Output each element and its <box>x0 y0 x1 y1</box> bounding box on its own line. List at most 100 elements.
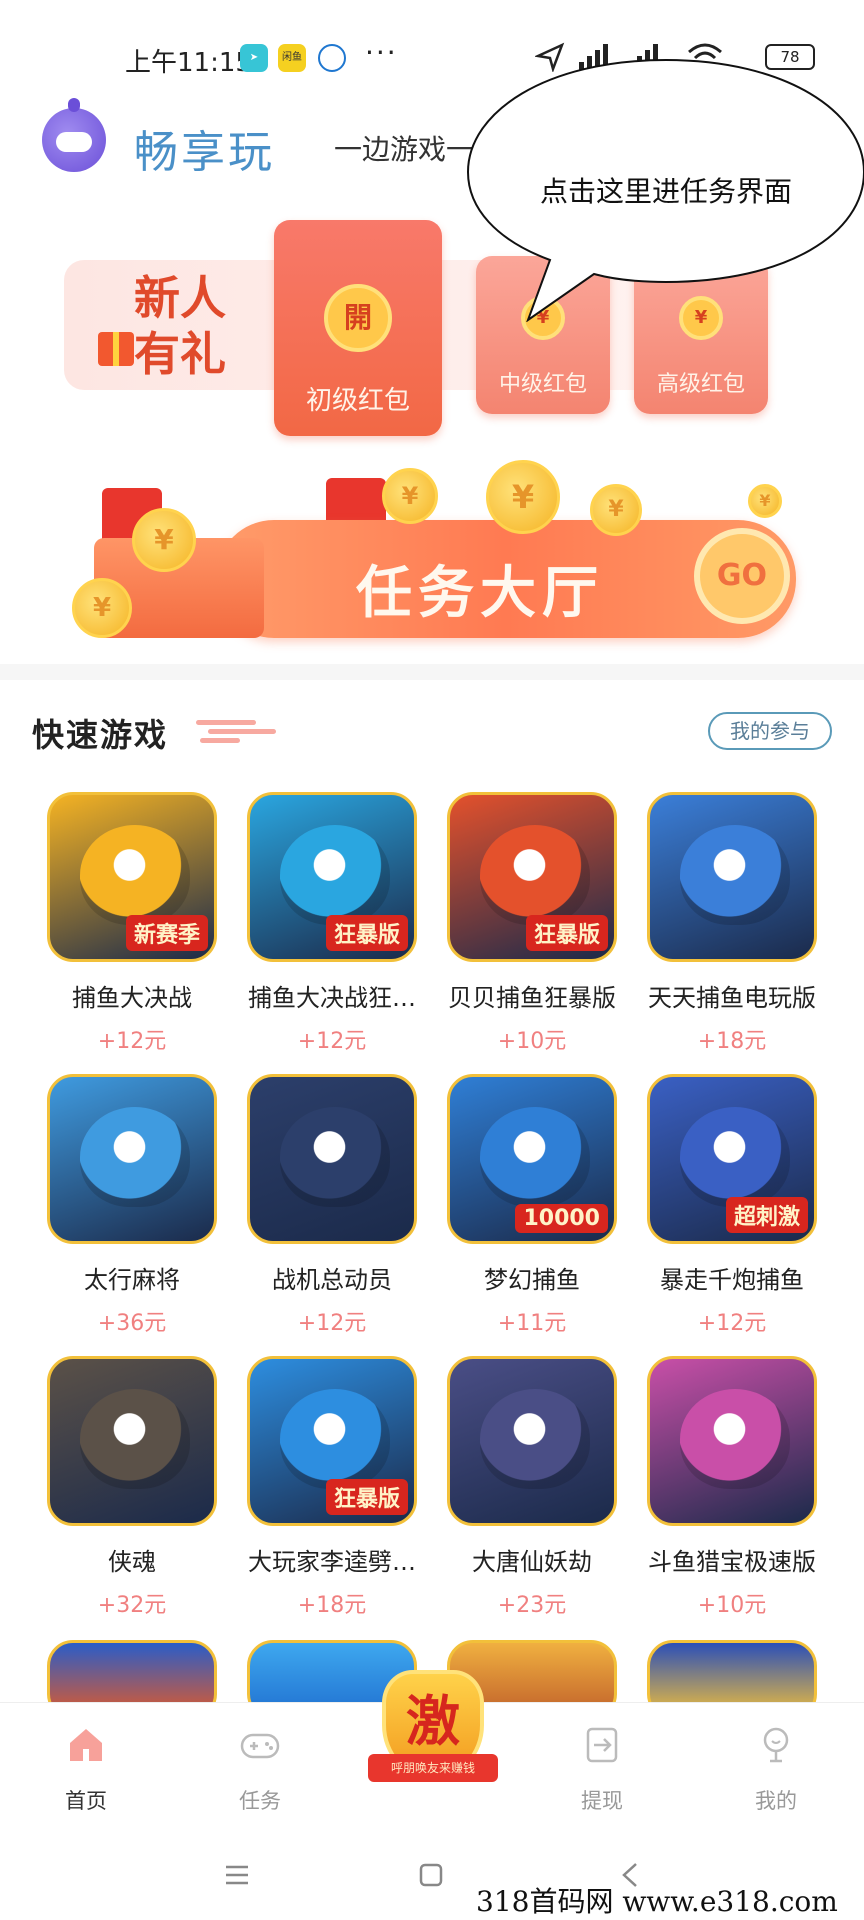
game-reward: +10元 <box>497 1029 567 1054</box>
nav-home-label: 首页 <box>65 1789 107 1813</box>
nav-profile-label: 我的 <box>755 1789 797 1813</box>
go-button[interactable]: GO <box>694 528 790 624</box>
game-icon: 狂暴版 <box>247 792 417 962</box>
game-name: 捕鱼大决战狂… <box>248 984 416 1012</box>
game-icon <box>447 1356 617 1526</box>
game-tag: 狂暴版 <box>325 915 408 951</box>
app-logo <box>42 98 106 172</box>
game-icon: 狂暴版 <box>447 792 617 962</box>
game-item[interactable]: 狂暴版捕鱼大决战狂… +12元 <box>232 792 432 1055</box>
nav-tasks[interactable]: 任务 <box>200 1703 320 1831</box>
game-icon <box>47 1356 217 1526</box>
game-icon <box>647 792 817 962</box>
game-art <box>680 1389 790 1489</box>
game-art <box>280 1107 390 1207</box>
profile-icon <box>763 1727 789 1763</box>
game-reward: +10元 <box>697 1593 767 1618</box>
game-reward: +12元 <box>97 1029 167 1054</box>
section-divider <box>0 664 864 680</box>
app-name: 畅享玩 <box>134 127 275 178</box>
nav-profile[interactable]: 我的 <box>716 1703 836 1831</box>
game-name: 斗鱼猎宝极速版 <box>648 1548 816 1576</box>
nav-tasks-label: 任务 <box>239 1789 281 1813</box>
game-art <box>80 1107 190 1207</box>
game-item[interactable]: 10000 梦幻捕鱼 +11元 <box>432 1074 632 1337</box>
game-name: 战机总动员 <box>272 1266 392 1294</box>
boost-badge-button[interactable]: 激 呼朋唤友来赚钱 <box>368 1670 498 1800</box>
game-reward: +18元 <box>297 1593 367 1618</box>
game-item[interactable]: 侠魂 +32元 <box>32 1356 232 1619</box>
game-reward: +12元 <box>697 1311 767 1336</box>
task-hall-title: 任务大厅 <box>356 561 604 626</box>
game-tag: 新赛季 <box>125 915 208 951</box>
annotation-speech-bubble: 点击这里进任务界面 <box>466 52 864 322</box>
game-art <box>80 825 190 925</box>
game-tag: 超刺激 <box>725 1197 808 1233</box>
game-name: 暴走千炮捕鱼 <box>660 1266 804 1294</box>
menu-icon[interactable] <box>222 1860 252 1890</box>
game-art <box>480 1107 590 1207</box>
game-icon: 超刺激 <box>647 1074 817 1244</box>
game-item[interactable]: 狂暴版贝贝捕鱼狂暴版 +10元 <box>432 792 632 1055</box>
game-item[interactable]: 大唐仙妖劫 +23元 <box>432 1356 632 1619</box>
nav-withdraw[interactable]: 提现 <box>542 1703 662 1831</box>
status-time: 上午11:15 <box>125 48 252 78</box>
game-icon-partial[interactable] <box>47 1640 217 1702</box>
boost-ribbon: 呼朋唤友来赚钱 <box>368 1754 498 1782</box>
game-art <box>280 1389 390 1489</box>
red-packet-label: 高级红包 <box>656 372 745 397</box>
coin-icon: ¥ <box>590 484 642 536</box>
game-item[interactable]: 斗鱼猎宝极速版 +10元 <box>632 1356 832 1619</box>
game-art <box>80 1389 190 1489</box>
game-item[interactable]: 天天捕鱼电玩版 +18元 <box>632 792 832 1055</box>
red-packet-basic[interactable]: 開 初级红包 <box>274 220 442 436</box>
game-reward: +11元 <box>497 1311 567 1336</box>
app-slogan: 一边游戏一 <box>334 133 475 166</box>
game-tag: 狂暴版 <box>525 915 608 951</box>
quick-games-title: 快速游戏 <box>32 716 169 754</box>
open-coin-icon: 開 <box>324 284 392 352</box>
my-participation-button[interactable]: 我的参与 <box>708 712 832 750</box>
nav-withdraw-label: 提现 <box>581 1789 623 1813</box>
game-item[interactable]: 狂暴版 大玩家李逵劈… +18元 <box>232 1356 432 1619</box>
game-reward: +12元 <box>297 1029 367 1054</box>
send-app-icon: ➤ <box>240 44 268 72</box>
game-name: 贝贝捕鱼狂暴版 <box>448 984 616 1012</box>
red-packet-label: 中级红包 <box>498 372 587 397</box>
game-reward: +18元 <box>697 1029 767 1054</box>
game-item[interactable]: 太行麻将 +36元 <box>32 1074 232 1337</box>
coin-icon: ¥ <box>382 468 438 524</box>
red-packet-label: 初级红包 <box>305 386 410 416</box>
game-icon <box>47 1074 217 1244</box>
game-icon: 新赛季 <box>47 792 217 962</box>
game-icon: 10000 <box>447 1074 617 1244</box>
game-item[interactable]: 新赛季捕鱼大决战 +12元 <box>32 792 232 1055</box>
coin-icon: ¥ <box>748 484 782 518</box>
game-art <box>480 825 590 925</box>
game-item[interactable]: 战机总动员 +12元 <box>232 1074 432 1337</box>
game-art <box>480 1389 590 1489</box>
game-reward: +23元 <box>497 1593 567 1618</box>
home-icon <box>70 1729 102 1761</box>
game-art <box>680 825 790 925</box>
gift-icon <box>98 332 134 366</box>
game-name: 捕鱼大决战 <box>72 984 192 1012</box>
game-reward: +32元 <box>97 1593 167 1618</box>
game-icon <box>647 1356 817 1526</box>
game-name: 梦幻捕鱼 <box>484 1266 580 1294</box>
task-hall-banner[interactable]: ¥ ¥ ¥ ¥ ¥ ¥ 任务大厅 GO <box>66 460 806 648</box>
browser-app-icon <box>318 44 346 72</box>
withdraw-icon <box>586 1727 618 1763</box>
game-reward: +12元 <box>297 1311 367 1336</box>
game-icon-partial[interactable] <box>647 1640 817 1702</box>
coin-icon: ¥ <box>132 508 196 572</box>
bubble-text: 点击这里进任务界面 <box>540 175 793 208</box>
coin-icon: ¥ <box>486 460 560 534</box>
home-square-icon[interactable] <box>416 1860 446 1890</box>
game-name: 天天捕鱼电玩版 <box>648 984 816 1012</box>
game-name: 太行麻将 <box>84 1266 180 1294</box>
game-item[interactable]: 超刺激暴走千炮捕鱼 +12元 <box>632 1074 832 1337</box>
more-notifications-icon: ··· <box>365 36 398 69</box>
new-user-title: 新人有礼 <box>134 271 226 381</box>
nav-home[interactable]: 首页 <box>26 1703 146 1831</box>
